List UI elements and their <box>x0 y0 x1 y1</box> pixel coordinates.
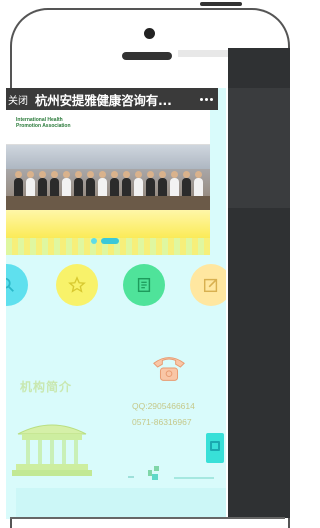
proximity-sensor <box>178 50 233 57</box>
shortcut-row <box>6 264 226 308</box>
telephone-icon[interactable] <box>150 353 188 383</box>
building-illustration <box>12 424 92 476</box>
decorative-icons-strip <box>128 466 214 480</box>
document-icon <box>137 277 151 293</box>
document-shortcut[interactable] <box>123 264 165 306</box>
phone-number[interactable]: 0571-86316967 <box>132 417 192 427</box>
banner-carousel[interactable]: International Health Promotion Associati… <box>6 110 210 255</box>
photo-backdrop <box>6 145 210 169</box>
page-title: 杭州安提雅健康咨询有... <box>35 92 172 108</box>
edit-icon <box>203 278 218 293</box>
favorite-shortcut[interactable] <box>56 264 98 306</box>
group-photo <box>6 145 210 210</box>
carousel-indicator <box>91 238 119 244</box>
title-bar: 关闭 杭州安提雅健康咨询有... <box>6 88 218 110</box>
front-camera <box>144 28 155 39</box>
search-icon <box>6 277 14 292</box>
edit-shortcut[interactable] <box>190 264 226 306</box>
qq-number[interactable]: QQ:2905466614 <box>132 401 195 411</box>
more-menu-icon[interactable] <box>200 97 213 101</box>
close-button[interactable]: 关闭 <box>8 92 28 107</box>
carousel-dot-active[interactable] <box>101 238 119 244</box>
bottom-panel <box>16 488 226 518</box>
earpiece-speaker <box>122 52 172 60</box>
carousel-dot[interactable] <box>91 238 97 244</box>
logo-line-2: Promotion Association <box>16 123 71 129</box>
app-shortcut-icon[interactable] <box>206 433 224 463</box>
banner-footer <box>6 210 210 255</box>
photo-front-row <box>6 196 210 210</box>
app-screen: 关闭 杭州安提雅健康咨询有... International Health Pr… <box>6 88 226 519</box>
phone-side-button <box>200 2 242 6</box>
logo-strip: International Health Promotion Associati… <box>6 110 210 145</box>
star-icon <box>68 276 86 293</box>
screen-glass-highlight <box>228 88 290 208</box>
search-shortcut[interactable] <box>6 264 28 306</box>
about-section-title[interactable]: 机构简介 <box>20 378 72 395</box>
organization-logo: International Health Promotion Associati… <box>16 117 71 129</box>
